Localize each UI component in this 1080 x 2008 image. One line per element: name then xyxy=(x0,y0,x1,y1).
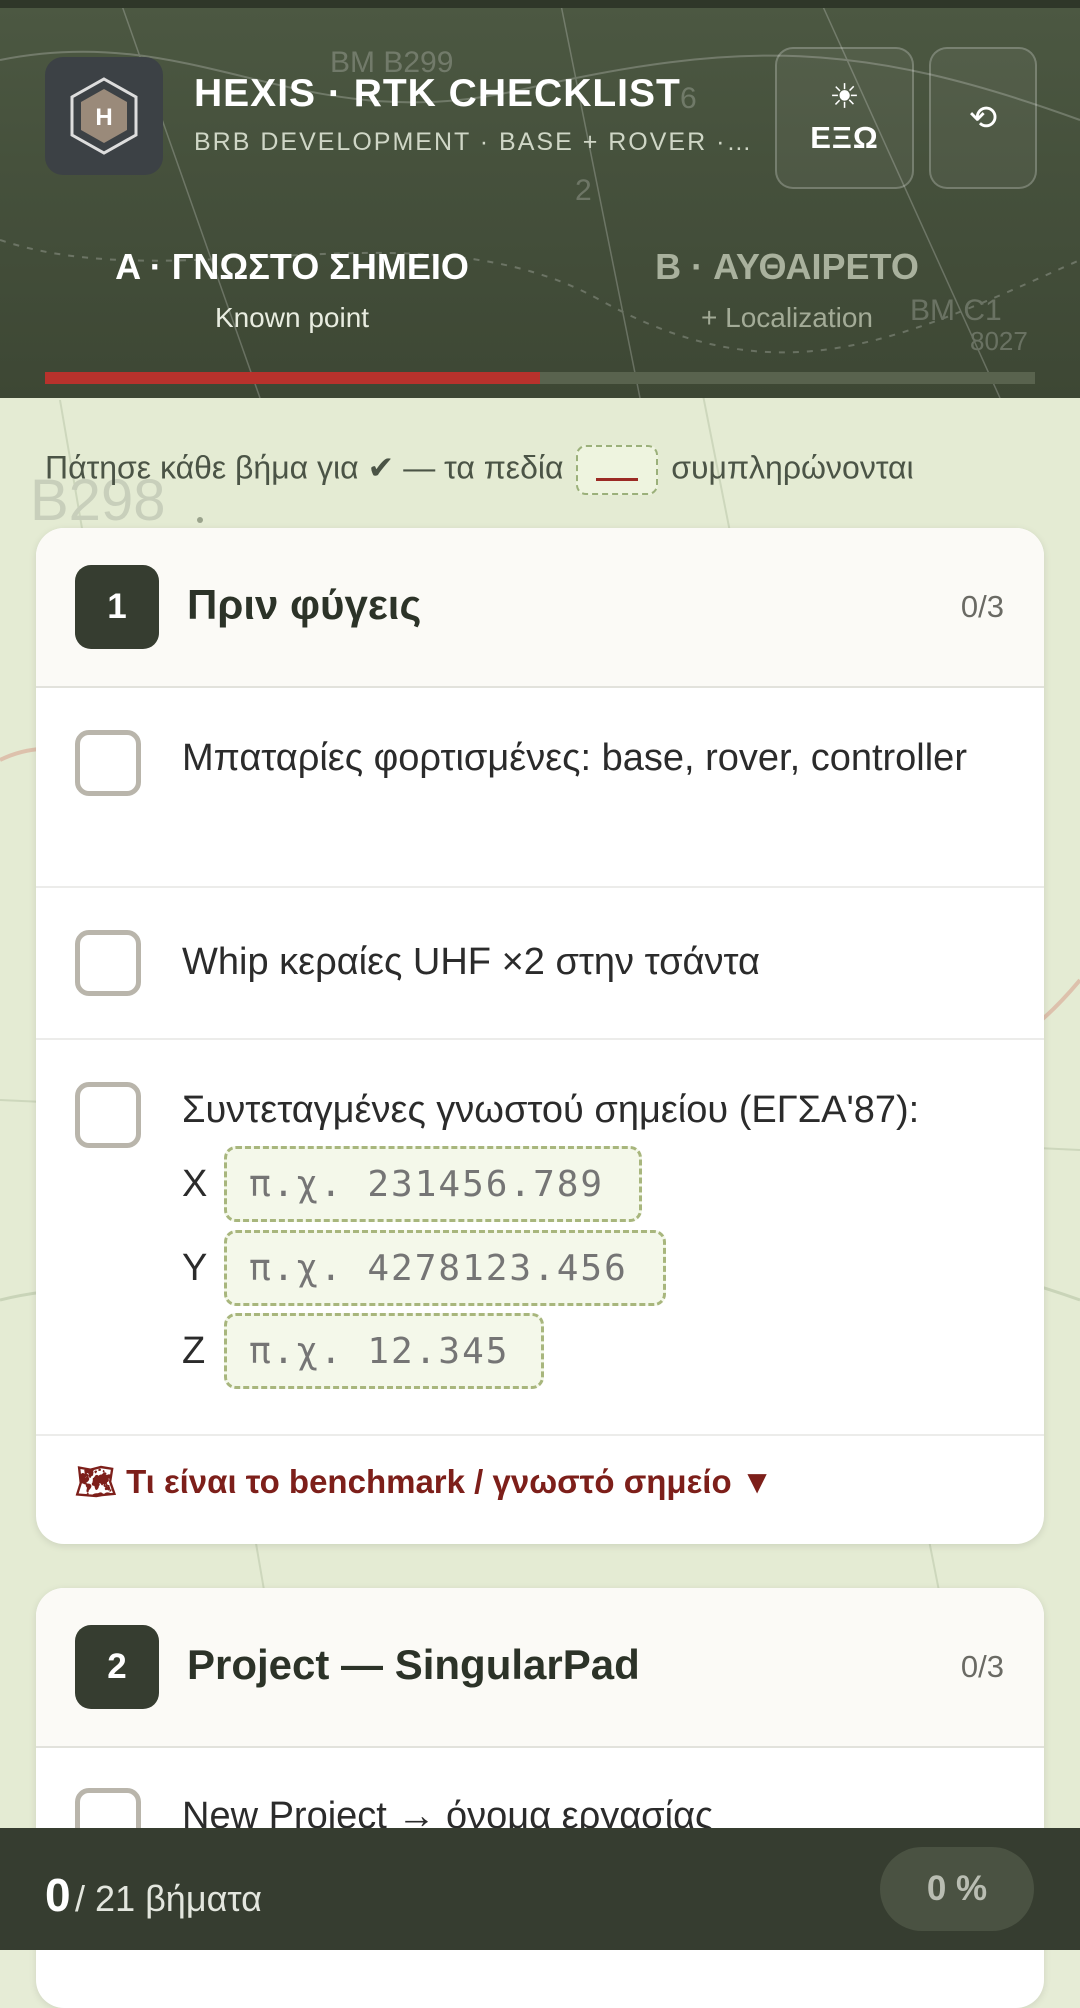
map-label: 6 xyxy=(680,82,697,115)
tab-title: B · ΑΥΘΑΙΡΕΤΟ xyxy=(655,246,919,287)
checklist-item-text: Μπαταρίες φορτισμένες: base, rover, cont… xyxy=(182,737,967,779)
app-subtitle: BRB DEVELOPMENT · BASE + ROVER · S... xyxy=(194,128,754,156)
steps-total: / 21 βήματα xyxy=(75,1878,262,1919)
coord-row-z: Z xyxy=(182,1311,544,1391)
checkbox[interactable] xyxy=(75,1082,141,1148)
section-number: 1 xyxy=(75,565,159,649)
coord-z-input[interactable] xyxy=(224,1313,544,1389)
header-top-line xyxy=(0,0,1080,8)
progress-footer: 0 / 21 βήματα 0 % xyxy=(0,1828,1080,1950)
hint-text: συμπληρώνονται xyxy=(671,449,914,486)
tab-arbitrary[interactable]: B · ΑΥΘΑΙΡΕΤΟ + Localization xyxy=(540,246,1034,334)
coord-x-input[interactable] xyxy=(224,1146,642,1222)
coord-axis-label: Y xyxy=(182,1246,208,1289)
logo-letter: H xyxy=(95,104,112,131)
section-number: 2 xyxy=(75,1625,159,1709)
coord-row-x: X xyxy=(182,1144,642,1224)
checklist-item[interactable]: Μπαταρίες φορτισμένες: base, rover, cont… xyxy=(36,688,1044,888)
header-map-texture: BM B299 6 2 BM C1 8027 xyxy=(0,0,1080,398)
check-icon: ✔ xyxy=(367,449,395,486)
percent-badge: 0 % xyxy=(880,1847,1034,1931)
outdoor-mode-button[interactable]: ☀ ΕΞΩ xyxy=(775,47,914,189)
chevron-down-icon: ▼ xyxy=(740,1463,774,1500)
outdoor-mode-label: ΕΞΩ xyxy=(810,120,879,155)
steps-counter: 0 / 21 βήματα xyxy=(45,1868,262,1922)
map-label: 2 xyxy=(575,174,592,207)
reset-icon: ⟲ xyxy=(968,99,998,137)
section-progress-count: 0/3 xyxy=(960,1649,1004,1684)
checkbox[interactable] xyxy=(75,930,141,996)
expander-label: Τι είναι το benchmark / γνωστό σημείο xyxy=(126,1463,732,1500)
steps-done: 0 xyxy=(45,1869,71,1921)
hint-text: Πάτησε κάθε βήμα για xyxy=(45,449,359,486)
checkbox[interactable] xyxy=(75,730,141,796)
coord-row-y: Y xyxy=(182,1228,666,1308)
section-title: Πριν φύγεις xyxy=(187,581,422,628)
section-title: Project — SingularPad xyxy=(187,1641,640,1688)
tab-title: A · ΓΝΩΣΤΟ ΣΗΜΕΙΟ xyxy=(115,246,469,287)
active-tab-indicator xyxy=(45,372,540,384)
benchmark-info-expander[interactable]: 🗺 Τι είναι το benchmark / γνωστό σημείο … xyxy=(75,1463,773,1502)
section-card-1: 1 Πριν φύγεις 0/3 Μπαταρίες φορτισμένες:… xyxy=(36,528,1044,1544)
checklist-item-text: Συντεταγμένες γνωστού σημείου (ΕΓΣΑ'87): xyxy=(182,1089,920,1131)
coord-y-input[interactable] xyxy=(224,1230,666,1306)
checklist-item-text: Whip κεραίες UHF ×2 στην τσάντα xyxy=(182,941,760,983)
app-logo: H xyxy=(45,57,163,175)
coord-axis-label: Z xyxy=(182,1329,206,1372)
sun-icon: ☀ xyxy=(829,78,860,116)
field-sample-icon xyxy=(576,445,659,495)
section-progress-count: 0/3 xyxy=(960,589,1004,624)
reset-button[interactable]: ⟲ xyxy=(929,47,1037,189)
checklist-item[interactable]: Συντεταγμένες γνωστού σημείου (ΕΓΣΑ'87):… xyxy=(36,1040,1044,1436)
map-icon: 🗺 xyxy=(75,1463,117,1500)
hexagon-logo-icon: H xyxy=(70,77,138,155)
instructions-hint: Πάτησε κάθε βήμα για ✔ — τα πεδία συμπλη… xyxy=(45,445,914,495)
coord-axis-label: X xyxy=(182,1162,208,1205)
checklist-item[interactable]: Whip κεραίες UHF ×2 στην τσάντα xyxy=(36,888,1044,1040)
app-header: BM B299 6 2 BM C1 8027 H HEXIS · RTK CHE… xyxy=(0,0,1080,398)
hint-text: — τα πεδία xyxy=(403,449,564,486)
app-title: HEXIS · RTK CHECKLIST xyxy=(194,72,681,115)
tab-known-point[interactable]: A · ΓΝΩΣΤΟ ΣΗΜΕΙΟ Known point xyxy=(45,246,539,334)
section-header[interactable]: 2 Project — SingularPad 0/3 xyxy=(36,1588,1044,1748)
tab-subtitle: Known point xyxy=(214,302,370,333)
section-header[interactable]: 1 Πριν φύγεις 0/3 xyxy=(36,528,1044,688)
tab-subtitle: + Localization xyxy=(700,302,873,333)
